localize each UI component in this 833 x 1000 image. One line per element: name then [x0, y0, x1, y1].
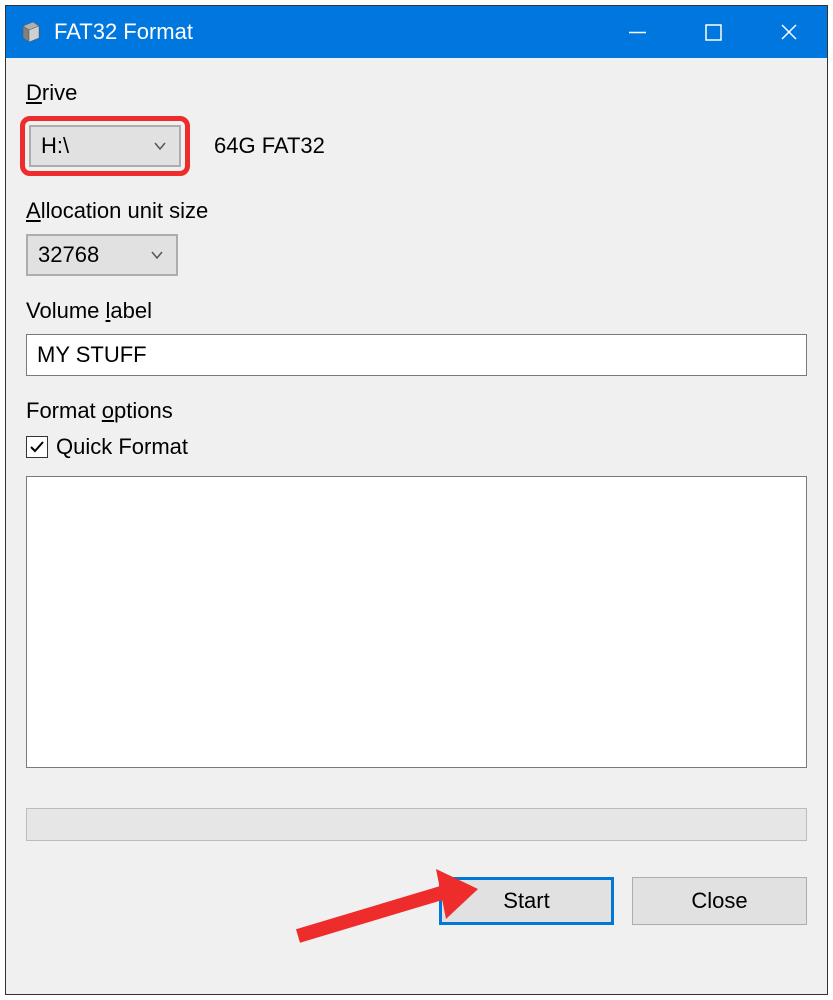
chevron-down-icon: [151, 137, 169, 155]
start-button[interactable]: Start: [439, 877, 614, 925]
quick-format-checkbox[interactable]: [26, 436, 48, 458]
maximize-button[interactable]: [675, 6, 751, 58]
progress-bar: [26, 808, 807, 841]
checkmark-icon: [28, 438, 46, 456]
allocation-label: Allocation unit size: [26, 198, 807, 224]
format-options-label: Format options: [26, 398, 807, 424]
client-area: Drive H:\ 64G FAT32 Allocation unit size…: [6, 58, 827, 945]
window-frame: FAT32 Format Drive H:\: [5, 5, 828, 995]
chevron-down-icon: [148, 246, 166, 264]
quick-format-checkbox-row[interactable]: Quick Format: [26, 434, 807, 460]
allocation-dropdown[interactable]: 32768: [26, 234, 178, 276]
volume-label-input[interactable]: [26, 334, 807, 376]
close-button-footer[interactable]: Close: [632, 877, 807, 925]
volume-label-label: Volume label: [26, 298, 807, 324]
drive-label: Drive: [26, 80, 807, 106]
quick-format-label: Quick Format: [56, 434, 188, 460]
titlebar[interactable]: FAT32 Format: [6, 6, 827, 58]
drive-highlight-annotation: H:\: [20, 116, 190, 176]
window-title: FAT32 Format: [54, 19, 599, 45]
drive-dropdown-value: H:\: [41, 133, 151, 159]
allocation-dropdown-value: 32768: [38, 242, 148, 268]
close-button[interactable]: [751, 6, 827, 58]
app-icon: [20, 21, 42, 43]
titlebar-control-buttons: [599, 6, 827, 58]
log-listbox[interactable]: [26, 476, 807, 768]
drive-info-text: 64G FAT32: [214, 133, 325, 159]
drive-dropdown[interactable]: H:\: [29, 125, 181, 167]
minimize-button[interactable]: [599, 6, 675, 58]
